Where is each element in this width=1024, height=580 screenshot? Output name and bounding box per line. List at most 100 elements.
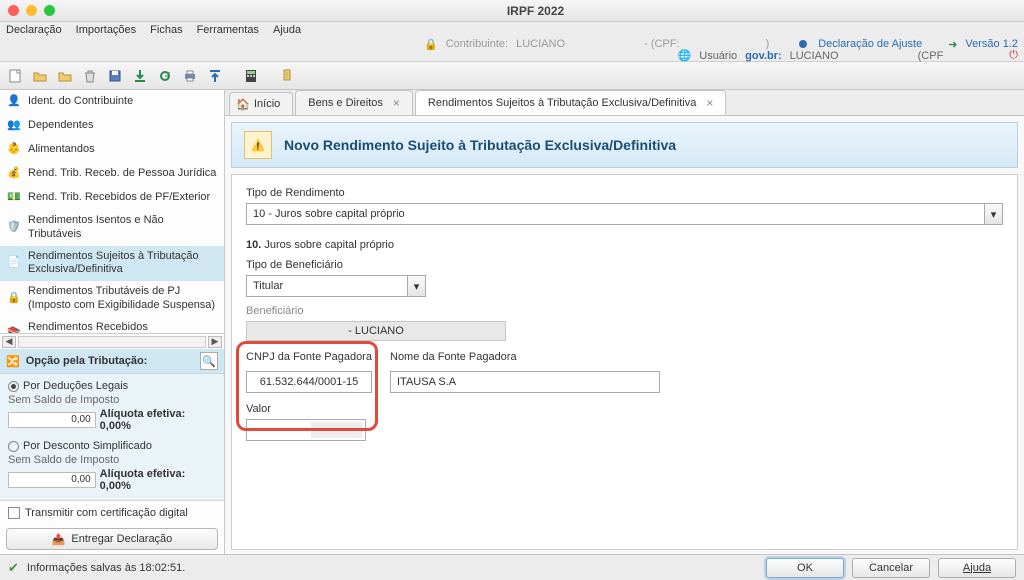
svg-text:!: !: [286, 71, 288, 80]
swap-icon: 🔀: [6, 355, 20, 368]
tab-inicio[interactable]: 🏠 Início: [229, 92, 293, 115]
sidebar-item-label: Rend. Trib. Receb. de Pessoa Jurídica: [28, 167, 216, 181]
deliver-icon: 📤: [52, 533, 66, 546]
menubar: Declaração Importações Fichas Ferramenta…: [0, 22, 1024, 38]
money2-icon: 💵: [6, 190, 22, 206]
opcao-tributacao-bar: 🔀 Opção pela Tributação: 🔍: [0, 349, 224, 373]
cnpj-label: CNPJ da Fonte Pagadora: [246, 351, 372, 363]
titlebar: IRPF 2022: [0, 0, 1024, 22]
cancel-button[interactable]: Cancelar: [852, 558, 930, 578]
sidebar-item-tributaveis-pj[interactable]: 🔒Rendimentos Tributáveis de PJ (Imposto …: [0, 281, 224, 317]
save-icon[interactable]: [104, 65, 126, 87]
menu-ajuda[interactable]: Ajuda: [273, 24, 301, 36]
shield-icon: 🛡️: [6, 220, 22, 236]
sidebar-hscroll[interactable]: ◀ ▶: [0, 333, 224, 349]
menu-declaracao[interactable]: Declaração: [6, 24, 62, 36]
opt1-label: Por Deduções Legais: [23, 380, 128, 392]
contribuinte-label: Contribuinte:: [446, 38, 508, 50]
sidebar-item-isentos[interactable]: 🛡️Rendimentos Isentos e Não Tributáveis: [0, 210, 224, 246]
sidebar-item-rend-pf[interactable]: 💵 Rend. Trib. Recebidos de PF/Exterior: [0, 186, 224, 210]
transmitir-label: Transmitir com certificação digital: [25, 507, 188, 519]
chevron-down-icon[interactable]: ▾: [407, 276, 425, 296]
tipo-benef-select[interactable]: Titular ▾: [246, 275, 426, 297]
tipo-rend-combo[interactable]: 10 - Juros sobre capital próprio ▾: [246, 203, 1003, 225]
open-folder-icon[interactable]: [29, 65, 51, 87]
person-icon: 👤: [6, 94, 22, 110]
radio-deducoes[interactable]: [8, 381, 19, 392]
close-tab-icon[interactable]: ×: [706, 96, 713, 110]
benef-field: - LUCIANO: [246, 321, 506, 341]
cancel-label: Cancelar: [869, 562, 913, 574]
menu-fichas[interactable]: Fichas: [150, 24, 182, 36]
trash-icon[interactable]: [79, 65, 101, 87]
entregar-button[interactable]: 📤 Entregar Declaração: [6, 528, 218, 550]
stack-icon: 📚: [6, 326, 22, 333]
benef-value: - LUCIANO: [348, 325, 404, 337]
sidebar-item-label: Rendimentos Recebidos Acumuladamente: [28, 321, 218, 334]
cnpj-input[interactable]: 61.532.644/0001-15: [246, 371, 372, 393]
main-area: 👤 Ident. do Contribuinte 👥Dependentes 👶 Al…: [0, 90, 1024, 556]
tabbar: 🏠 Início Bens e Direitos× Rendimentos Suj…: [225, 90, 1024, 116]
sidebar-item-alimentandos[interactable]: 👶 Alimentandos: [0, 138, 224, 162]
ok-label: OK: [797, 562, 813, 574]
tab-label: Rendimentos Sujeitos à Tributação Exclus…: [428, 97, 696, 109]
search-button[interactable]: 🔍: [200, 352, 218, 370]
tab-label: Início: [254, 98, 280, 110]
help-button[interactable]: Ajuda: [938, 558, 1016, 578]
toolbar: !: [0, 62, 1024, 90]
nav-list: 👤 Ident. do Contribuinte 👥Dependentes 👶 Al…: [0, 90, 224, 333]
radio-simplificado[interactable]: [8, 441, 19, 452]
tax-panel: Por Deduções Legais Sem Saldo de Imposto…: [0, 373, 224, 500]
zoom-window-icon[interactable]: [44, 5, 55, 16]
child-icon: 👶: [6, 142, 22, 158]
top-infobar-2: 🌐 Usuário gov.br: LUCIANO (CPF ⏻: [0, 50, 1024, 62]
cpf-label: - (CPF:: [644, 38, 679, 50]
sidebar-item-label: Alimentandos: [28, 143, 95, 157]
nome-fonte-input[interactable]: ITAUSA S.A: [390, 371, 660, 393]
menu-importacoes[interactable]: Importações: [76, 24, 137, 36]
sidebar-item-exclusiva[interactable]: 📄 Rendimentos Sujeitos à Tributação Exclu…: [0, 246, 224, 282]
transmitir-checkbox[interactable]: [8, 507, 20, 519]
menu-ferramentas[interactable]: Ferramentas: [197, 24, 259, 36]
print-icon[interactable]: [179, 65, 201, 87]
sidebar-item-label: Ident. do Contribuinte: [28, 95, 133, 109]
calc-icon[interactable]: [240, 65, 262, 87]
valor-input[interactable]: [246, 419, 366, 441]
sidebar-item-rend-pj[interactable]: 💰 Rend. Trib. Receb. de Pessoa Jurídica: [0, 162, 224, 186]
sidebar-item-label: Rendimentos Sujeitos à Tributação Exclus…: [28, 250, 218, 278]
decl-ajuste-link[interactable]: Declaração de Ajuste: [818, 38, 922, 50]
doc-icon: 📄: [6, 255, 22, 271]
scroll-track[interactable]: [18, 336, 206, 348]
tipo-rend-value: 10 - Juros sobre capital próprio: [253, 208, 405, 220]
export-icon[interactable]: [204, 65, 226, 87]
new-doc-icon[interactable]: [4, 65, 26, 87]
exit-icon[interactable]: ⏻: [1009, 49, 1018, 62]
sidebar-item-ident[interactable]: 👤 Ident. do Contribuinte: [0, 90, 224, 114]
header-warn-icon: ⚠️: [244, 131, 272, 159]
contribuinte-value: LUCIANO: [516, 38, 636, 50]
versao-icon: ➜: [948, 38, 957, 51]
chevron-down-icon[interactable]: ▾: [984, 204, 1002, 224]
import-icon[interactable]: [129, 65, 151, 87]
sidebar-item-label: Dependentes: [28, 119, 93, 133]
window-controls: [8, 5, 55, 16]
money-icon: 💰: [6, 166, 22, 182]
sidebar-item-acumulada[interactable]: 📚 Rendimentos Recebidos Acumuladamente: [0, 317, 224, 334]
scroll-left-icon[interactable]: ◀: [2, 336, 16, 348]
warn-icon[interactable]: !: [276, 65, 298, 87]
close-window-icon[interactable]: [8, 5, 19, 16]
sem-saldo-label2: Sem Saldo de Imposto: [8, 454, 119, 466]
open-folder2-icon[interactable]: [54, 65, 76, 87]
ok-button[interactable]: OK: [766, 558, 844, 578]
status-text: Informações salvas às 18:02:51.: [27, 562, 185, 574]
minimize-window-icon[interactable]: [26, 5, 37, 16]
tab-bens[interactable]: Bens e Direitos×: [295, 90, 413, 115]
home-icon: 🏠: [236, 98, 250, 111]
tab-rendimentos[interactable]: Rendimentos Sujeitos à Tributação Exclus…: [415, 90, 726, 115]
user-domain[interactable]: gov.br:: [745, 50, 781, 62]
close-tab-icon[interactable]: ×: [393, 96, 400, 110]
sidebar-item-dependentes[interactable]: 👥Dependentes: [0, 114, 224, 138]
sidebar-item-label: Rend. Trib. Recebidos de PF/Exterior: [28, 191, 210, 205]
refresh-icon[interactable]: [154, 65, 176, 87]
scroll-right-icon[interactable]: ▶: [208, 336, 222, 348]
